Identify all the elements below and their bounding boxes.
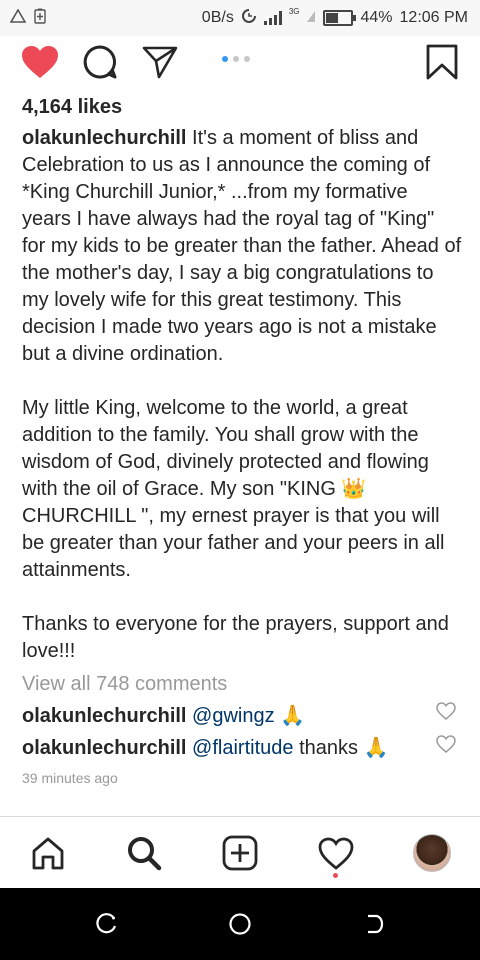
save-button[interactable] (420, 40, 464, 84)
signal-strength-icon (263, 11, 282, 25)
recents-icon (96, 913, 117, 934)
caption-paragraph: olakunlechurchill It's a moment of bliss… (22, 125, 462, 368)
share-button[interactable] (138, 40, 182, 84)
like-count[interactable]: 4,164 likes (22, 96, 122, 119)
bottom-tab-bar (0, 817, 480, 887)
comment-mention[interactable]: @gwingz (192, 705, 275, 727)
tab-profile[interactable] (408, 829, 456, 877)
carousel-dot (222, 56, 228, 62)
back-button[interactable] (354, 904, 394, 944)
network-type: 3G (288, 6, 300, 16)
post-caption: olakunlechurchill It's a moment of bliss… (22, 125, 462, 665)
like-button[interactable] (18, 40, 62, 84)
caption-username[interactable]: olakunlechurchill (22, 127, 186, 149)
signal-strength-2-icon (306, 9, 316, 27)
heart-outline-icon (436, 702, 456, 720)
comment-text: 🙏 (274, 705, 306, 727)
home-nav-button[interactable] (220, 904, 260, 944)
caption-paragraph: Thanks to everyone for the prayers, supp… (22, 613, 449, 662)
bookmark-icon (426, 44, 458, 80)
comment-item: olakunlechurchill @flairtitude thanks 🙏 (22, 735, 422, 760)
net-speed: 0B/s (201, 9, 234, 26)
caption-paragraph: My little King, welcome to the world, a … (22, 397, 445, 581)
android-navigation-bar (0, 888, 480, 960)
comment-text: thanks 🙏 (293, 737, 389, 759)
comment-button[interactable] (78, 40, 122, 84)
status-bar: 0B/s 3G 44% 12:06 PM (0, 0, 480, 36)
comment-username[interactable]: olakunlechurchill (22, 737, 186, 759)
share-icon (142, 46, 178, 79)
carousel-dot (233, 56, 239, 62)
home-circle-icon (229, 913, 251, 935)
carousel-dot (244, 56, 250, 62)
battery-icon (323, 10, 357, 26)
comment-mention[interactable]: @flairtitude (192, 737, 293, 759)
activity-notification-dot (333, 873, 338, 878)
caption-text: It's a moment of bliss and Celebration t… (22, 127, 462, 365)
tab-activity[interactable] (312, 829, 360, 877)
comment-like-button[interactable] (436, 735, 456, 755)
view-all-comments-link[interactable]: View all 748 comments (22, 673, 227, 696)
tab-new-post[interactable] (216, 829, 264, 877)
status-left (0, 8, 46, 28)
profile-avatar (413, 834, 451, 872)
data-saver-icon (241, 8, 257, 28)
battery-percent: 44% (360, 9, 393, 26)
search-icon (128, 837, 162, 871)
tab-home[interactable] (24, 829, 72, 877)
recents-button[interactable] (87, 904, 127, 944)
clock: 12:06 PM (399, 9, 468, 26)
post-timestamp: 39 minutes ago (22, 770, 118, 786)
comment-username[interactable]: olakunlechurchill (22, 705, 186, 727)
activity-heart-icon (318, 837, 354, 870)
battery-saver-icon (34, 8, 46, 28)
comment-icon (83, 45, 117, 79)
heart-outline-icon (436, 735, 456, 753)
tab-search[interactable] (120, 829, 168, 877)
status-right: 0B/s 3G 44% 12:06 PM (201, 6, 480, 28)
back-icon (368, 914, 384, 934)
carousel-indicator (222, 56, 250, 62)
warning-triangle-icon (9, 8, 27, 27)
add-post-icon (222, 835, 258, 871)
heart-filled-icon (22, 46, 58, 78)
battery-fill (326, 13, 338, 23)
comment-item: olakunlechurchill @gwingz 🙏 (22, 703, 422, 728)
comment-like-button[interactable] (436, 702, 456, 722)
home-icon (32, 837, 64, 870)
post-action-bar (0, 40, 480, 84)
